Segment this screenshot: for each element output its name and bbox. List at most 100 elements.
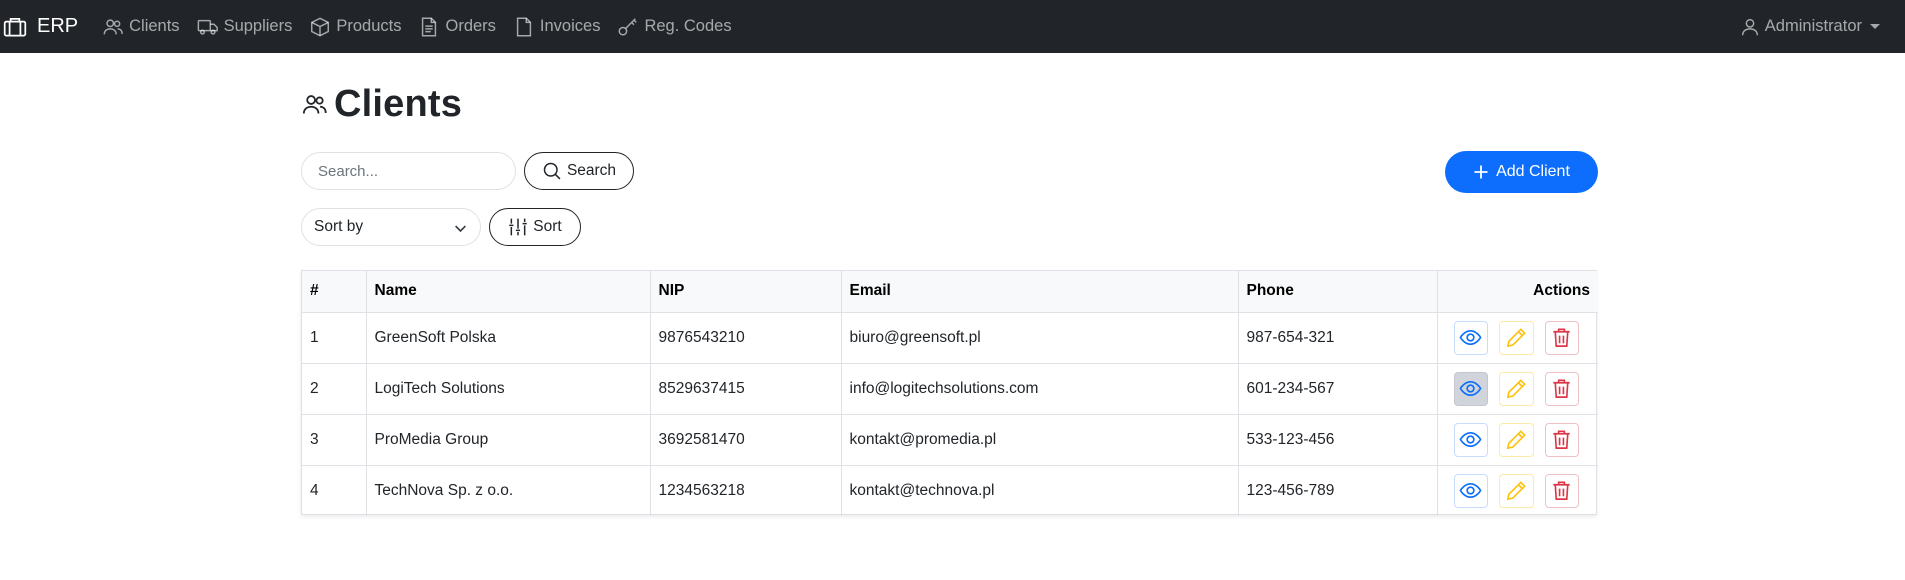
cell-actions [1437,363,1598,415]
cell-email: kontakt@technova.pl [841,465,1239,516]
view-button[interactable] [1453,371,1488,406]
trash-icon [1553,481,1570,501]
delete-button[interactable] [1544,422,1579,457]
user-menu[interactable]: Administrator [1739,0,1880,53]
nav-label: Products [336,17,402,35]
add-client-label: Add Client [1496,163,1570,180]
nav-item-reg-codes[interactable]: Reg. Codes [617,16,732,38]
nav-item-clients[interactable]: Clients [102,16,180,38]
box-icon [311,16,330,37]
edit-button[interactable] [1499,473,1534,508]
nav-label: Orders [445,17,496,35]
column-header-actions: Actions [1437,271,1598,313]
column-header-phone[interactable]: Phone [1238,271,1438,313]
add-client-button[interactable]: Add Client [1445,151,1598,193]
file-icon [516,17,532,36]
eye-icon [1459,431,1482,448]
nav-item-orders[interactable]: Orders [418,16,496,38]
pencil-icon [1506,379,1526,399]
key-icon [619,17,638,36]
brand[interactable]: ERP [2,14,78,40]
table-row[interactable]: 1 GreenSoft Polska 9876543210 biuro@greenso… [302,312,1598,364]
sort-select-value: Sort by [314,218,364,235]
nav-item-invoices[interactable]: Invoices [513,16,601,38]
edit-button[interactable] [1499,371,1534,406]
table-header-row: # Name NIP Email Phone Actions [302,271,1598,313]
nav-item-suppliers[interactable]: Suppliers [197,16,293,38]
trash-icon [1553,328,1570,347]
search-icon [543,162,561,180]
main-nav: Clients Suppliers Products Orders Invoic… [102,16,748,38]
cell-name: ProMedia Group [366,414,651,466]
page-title: Clients [334,83,463,125]
pencil-icon [1506,481,1526,501]
cell-phone: 601-234-567 [1238,363,1438,415]
delete-button[interactable] [1544,320,1579,355]
people-icon [302,95,327,114]
column-header-email[interactable]: Email [841,271,1239,313]
pencil-icon [1506,430,1526,450]
nav-item-products[interactable]: Products [309,16,401,38]
cell-number: 3 [302,414,367,466]
chevron-down-icon [455,225,466,233]
cell-nip: 8529637415 [650,363,842,415]
view-button[interactable] [1453,473,1488,508]
cell-number: 2 [302,363,367,415]
page-header: Clients [301,83,462,126]
delete-button[interactable] [1544,371,1579,406]
cell-email: kontakt@promedia.pl [841,414,1239,466]
view-button[interactable] [1453,320,1488,355]
cell-actions [1437,414,1598,466]
column-header-number[interactable]: # [302,271,367,313]
trash-icon [1553,430,1570,449]
view-button[interactable] [1453,422,1488,457]
edit-button[interactable] [1499,422,1534,457]
edit-button[interactable] [1499,320,1534,355]
table-row[interactable]: 2 LogiTech Solutions 8529637415 info@logite… [302,363,1598,415]
top-navbar: ERP Clients Suppliers Products Orders In… [0,0,1905,53]
caret-down-icon [1870,24,1880,29]
file-text-icon [422,17,437,36]
nav-label: Clients [129,17,180,35]
search-button-label: Search [566,162,617,179]
pencil-icon [1506,328,1526,348]
eye-icon [1459,380,1482,397]
eye-icon [1459,483,1482,499]
cell-name: GreenSoft Polska [366,312,651,364]
cell-phone: 123-456-789 [1238,465,1438,516]
column-header-nip[interactable]: NIP [650,271,842,313]
cell-number: 4 [302,465,367,516]
cell-email: info@logitechsolutions.com [841,363,1239,415]
cell-name: LogiTech Solutions [366,363,651,415]
nav-label: Invoices [539,17,601,35]
cell-nip: 3692581470 [650,414,842,466]
person-icon [1741,18,1758,35]
cell-phone: 533-123-456 [1238,414,1438,466]
cell-email: biuro@greensoft.pl [841,312,1239,364]
sliders-icon [509,218,528,236]
cell-nip: 9876543210 [650,312,842,364]
search-button[interactable]: Search [524,152,634,190]
delete-button[interactable] [1544,473,1579,508]
briefcase-icon [3,17,27,37]
sort-button-label: Sort [533,218,562,235]
search-input[interactable] [301,152,516,190]
plus-icon [1474,165,1488,179]
clients-table: # Name NIP Email Phone Actions 1 GreenSof… [301,270,1598,516]
people-icon [103,18,124,34]
trash-icon [1553,379,1570,398]
table-row[interactable]: 4 TechNova Sp. z o.o. 1234563218 kontakt@te… [302,465,1598,516]
cell-actions [1437,312,1598,364]
nav-label: Suppliers [223,17,293,35]
cell-name: TechNova Sp. z o.o. [366,465,651,516]
sort-select[interactable]: Sort by [301,208,481,246]
cell-phone: 987-654-321 [1238,312,1438,364]
cell-number: 1 [302,312,367,364]
table-row[interactable]: 3 ProMedia Group 3692581470 kontakt@promedi… [302,414,1598,466]
truck-icon [197,19,218,35]
user-name: Administrator [1764,17,1862,35]
sort-button[interactable]: Sort [489,208,581,246]
cell-actions [1437,465,1598,516]
nav-label: Reg. Codes [644,17,732,35]
column-header-name[interactable]: Name [366,271,651,313]
